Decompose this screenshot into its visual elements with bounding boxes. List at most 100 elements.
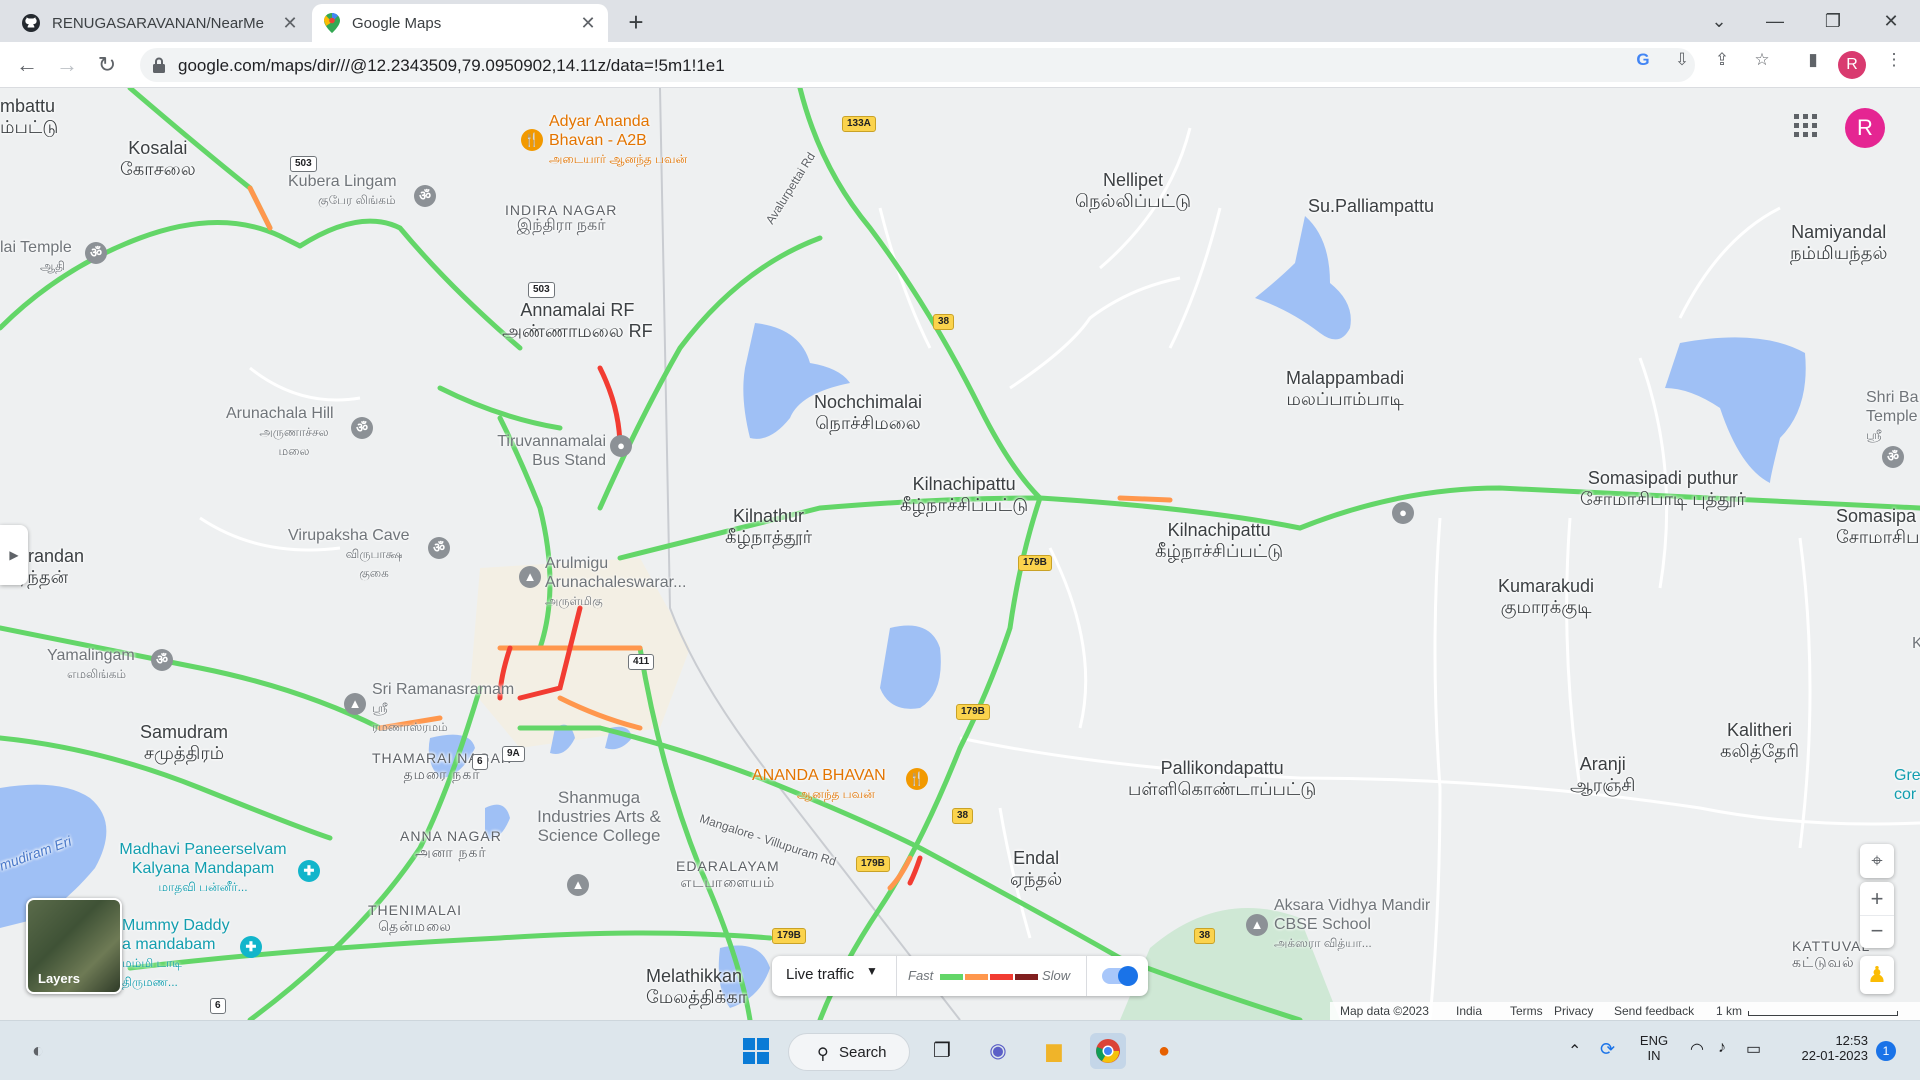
temple-icon[interactable]: ॐ (351, 417, 373, 439)
clock[interactable]: 12:53 22-01-2023 (1782, 1033, 1869, 1063)
poi-temple[interactable]: lai Temple ஆதி (0, 238, 72, 276)
place-label: KATTUVAL கட்டுவல் (1792, 938, 1871, 970)
temple-icon[interactable]: ॐ (85, 242, 107, 264)
minimize-button[interactable]: — (1752, 6, 1798, 36)
address-bar[interactable]: google.com/maps/dir///@12.2343509,79.095… (140, 48, 1695, 82)
hall-icon[interactable]: ✚ (298, 860, 320, 882)
taskbar-search[interactable]: ⚲ Search (788, 1033, 910, 1071)
sync-icon[interactable]: ⟳ (1600, 1039, 1615, 1060)
poi-adyar-ananda-bhavan[interactable]: Adyar Ananda Bhavan - A2B அடையார் ஆனந்த ப… (549, 112, 687, 169)
poi-green[interactable]: Gre cor (1894, 766, 1920, 804)
my-location-button[interactable]: ⌖ (1860, 844, 1894, 878)
share-icon[interactable]: ⇪ (1712, 50, 1732, 70)
restaurant-icon[interactable]: 🍴 (906, 768, 928, 790)
temple-icon[interactable]: ॐ (151, 649, 173, 671)
place-label: Somasipadi puthur சோமாசிபாடி புத்தூர் (1580, 468, 1746, 509)
poi-kubera-lingam[interactable]: Kubera Lingam குபேர லிங்கம் (288, 172, 397, 210)
temple-icon[interactable]: ▲ (344, 693, 366, 715)
country-link[interactable]: India (1456, 1004, 1482, 1018)
teams-chat-icon[interactable]: ◉ (980, 1033, 1016, 1069)
google-lens-icon[interactable]: G (1633, 50, 1653, 70)
zoom-controls: + − (1860, 882, 1894, 948)
poi-ananda-bhavan[interactable]: ANANDA BHAVAN ஆனந்த பவன் (752, 766, 886, 804)
forward-button[interactable]: → (52, 50, 82, 80)
side-panel-icon[interactable]: ▮ (1803, 50, 1823, 70)
bus-stand-icon[interactable]: ● (610, 435, 632, 457)
road-shield: 6 (472, 754, 488, 770)
poi-k[interactable]: K (1912, 634, 1920, 653)
maximize-button[interactable]: ❐ (1810, 6, 1856, 36)
close-tab-icon[interactable]: ✕ (578, 13, 598, 33)
reload-button[interactable]: ↻ (92, 50, 122, 80)
map-marker-icon[interactable]: ● (1392, 502, 1414, 524)
browser-menu-icon[interactable]: ⋮ (1884, 50, 1904, 70)
temple-icon[interactable]: ॐ (1882, 446, 1904, 468)
notification-badge[interactable]: 1 (1876, 1041, 1896, 1061)
language-indicator[interactable]: ENG IN (1636, 1033, 1672, 1063)
place-label: EDARALAYAM எடபாளையம் (676, 858, 780, 890)
poi-arunachala-hill[interactable]: Arunachala Hill அருணாச்சல மலை (226, 404, 334, 461)
zoom-out-button[interactable]: − (1860, 915, 1894, 948)
expand-side-panel-button[interactable]: ▶ (0, 525, 28, 585)
url-text[interactable]: google.com/maps/dir///@12.2343509,79.095… (178, 56, 725, 76)
account-avatar[interactable]: R (1845, 108, 1885, 148)
tab-search-icon[interactable]: ⌄ (1696, 6, 1742, 36)
close-window-button[interactable]: ✕ (1868, 6, 1914, 36)
close-tab-icon[interactable]: ✕ (280, 13, 300, 33)
live-traffic-dropdown[interactable]: Live traffic (786, 966, 854, 983)
volume-icon[interactable]: ♪ (1718, 1039, 1726, 1057)
map-canvas[interactable]: mbattu ம்பட்டு Kosalai கோசலை INDIRA NAGAR இ… (0, 88, 1920, 1020)
terms-link[interactable]: Terms (1510, 1004, 1543, 1018)
scale-label[interactable]: 1 km (1716, 1004, 1742, 1018)
google-apps-icon[interactable] (1794, 114, 1818, 138)
chevron-down-icon[interactable]: ▼ (866, 964, 878, 978)
temple-icon[interactable]: ॐ (414, 185, 436, 207)
firefox-icon[interactable]: ● (1146, 1033, 1182, 1069)
new-tab-button[interactable]: + (622, 9, 650, 37)
temple-icon[interactable]: ▲ (519, 566, 541, 588)
windows-start-icon[interactable] (738, 1033, 774, 1069)
road-shield: 6 (210, 998, 226, 1014)
file-explorer-icon[interactable]: ▆ (1036, 1033, 1072, 1069)
tab-google-maps[interactable]: Google Maps ✕ (312, 4, 608, 42)
task-view-icon[interactable]: ❐ (924, 1033, 960, 1069)
poi-arunachaleswarar-temple[interactable]: Arulmigu Arunachaleswarar... அருள்மிகு (545, 554, 705, 611)
widgets-icon[interactable]: ◐ (20, 1033, 56, 1069)
privacy-link[interactable]: Privacy (1554, 1004, 1593, 1018)
send-feedback-link[interactable]: Send feedback (1614, 1004, 1694, 1018)
poi-sri-ramanasramam[interactable]: Sri Ramanasramam ஸ்ரீ ரமணாஸ்ரமம் (372, 680, 514, 737)
wifi-icon[interactable]: ◠ (1690, 1039, 1704, 1059)
poi-yamalingam[interactable]: Yamalingam எமலிங்கம் (47, 646, 135, 684)
bookmark-star-icon[interactable]: ☆ (1752, 50, 1772, 70)
show-hidden-icons-icon[interactable]: ⌃ (1568, 1041, 1581, 1061)
poi-virupaksha-cave[interactable]: Virupaksha Cave விருபாக்ஷ குகை (288, 526, 410, 583)
place-label: mbattu ம்பட்டு (0, 96, 59, 137)
pegman-icon[interactable]: ♟ (1860, 956, 1894, 994)
install-app-icon[interactable]: ⇩ (1672, 50, 1692, 70)
place-label: Kilnachipattu கீழ்நாச்சிப்பட்டு (1155, 520, 1284, 561)
poi-mummy-daddy-mandabam[interactable]: Mummy Daddy a mandabam மம்மி டாடி திருமண.… (122, 916, 240, 992)
github-icon (22, 14, 40, 32)
battery-icon[interactable]: ▭ (1746, 1039, 1761, 1059)
temple-icon[interactable]: ॐ (428, 537, 450, 559)
hall-icon[interactable]: ✚ (240, 936, 262, 958)
lock-icon[interactable] (152, 57, 166, 73)
live-traffic-toggle[interactable] (1102, 966, 1138, 986)
slow-label: Slow (1042, 968, 1071, 983)
layers-button[interactable]: Layers (26, 898, 122, 994)
back-button[interactable]: ← (12, 50, 42, 80)
poi-bus-stand[interactable]: Tiruvannamalai Bus Stand (482, 432, 606, 470)
poi-shri-temple[interactable]: Shri Ba Temple ஸ்ரீ (1866, 388, 1920, 445)
browser-profile-avatar[interactable]: R (1838, 51, 1866, 79)
poi-madhavi-mandapam[interactable]: Madhavi Paneerselvam Kalyana Mandapam மாத… (108, 840, 298, 897)
tab-title: RENUGASARAVANAN/NearMe (52, 14, 264, 32)
traffic-legend-fast (940, 974, 963, 980)
poi-aksara-vidhya-school[interactable]: Aksara Vidhya Mandir CBSE School அக்ஸரா வ… (1274, 896, 1474, 953)
poi-shanmuga-college[interactable]: Shanmuga Industries Arts & Science Colle… (533, 788, 665, 845)
school-icon[interactable]: ▲ (1246, 914, 1268, 936)
tab-github[interactable]: RENUGASARAVANAN/NearMe ✕ (10, 4, 310, 42)
zoom-in-button[interactable]: + (1860, 882, 1894, 915)
chrome-icon[interactable] (1090, 1033, 1126, 1069)
restaurant-icon[interactable]: 🍴 (521, 129, 543, 151)
school-icon[interactable]: ▲ (567, 874, 589, 896)
